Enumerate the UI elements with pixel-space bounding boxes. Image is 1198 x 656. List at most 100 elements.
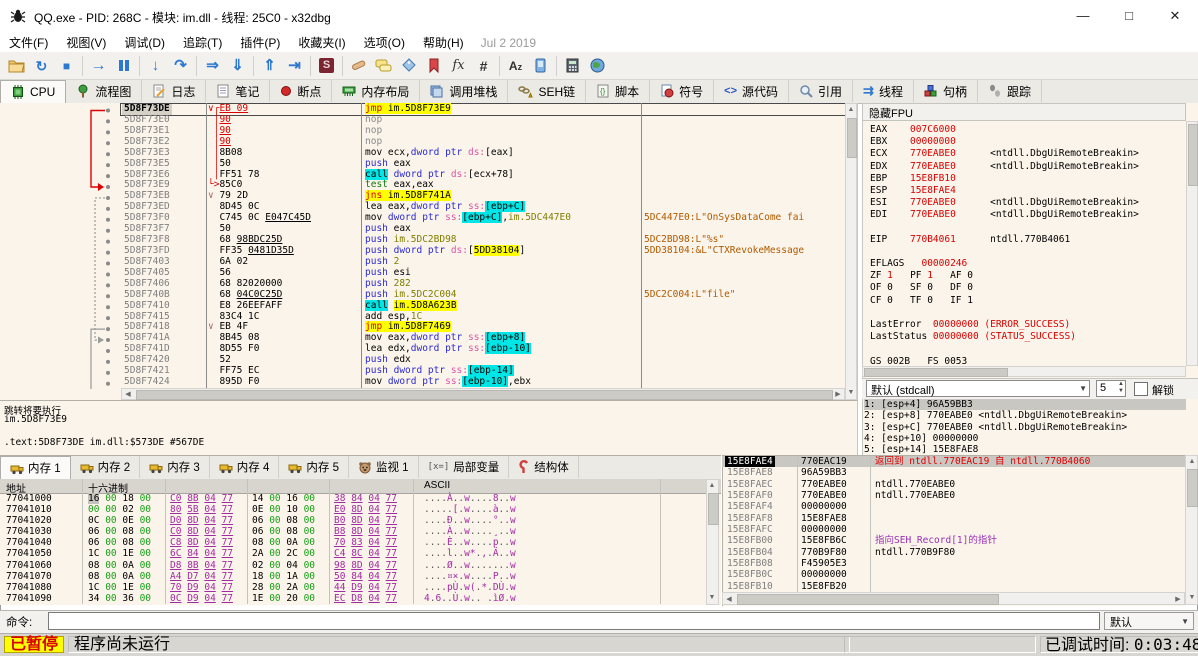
dump-byte[interactable]: 06 xyxy=(88,526,99,537)
patches-button[interactable] xyxy=(346,54,371,78)
dump-byte[interactable]: 44 xyxy=(334,582,345,593)
tab-handles[interactable]: 句柄 xyxy=(914,80,978,102)
dump-byte[interactable]: D7 xyxy=(187,571,198,582)
dump-byte[interactable]: 00 xyxy=(105,571,116,582)
dump-byte[interactable]: 00 xyxy=(105,537,116,548)
dump-byte[interactable]: 00 xyxy=(269,504,280,515)
dump-byte[interactable]: 6C xyxy=(170,548,181,559)
dump-byte[interactable]: 00 xyxy=(269,582,280,593)
dump-byte[interactable]: 16 xyxy=(88,493,99,504)
disasm-address[interactable]: 5D8F7410 xyxy=(124,301,170,312)
dump-row[interactable]: 7704104006 00 08 00C8 8D 04 7708 00 0A 0… xyxy=(0,537,705,548)
dump-byte[interactable]: 04 xyxy=(286,560,297,571)
attach-button[interactable]: ⇥ xyxy=(282,54,307,78)
register-row[interactable]: LastStatus 00000000 (STATUS_SUCCESS) xyxy=(870,331,1186,343)
dump-byte[interactable]: 1E xyxy=(122,548,133,559)
dump-byte[interactable]: 0C xyxy=(88,515,99,526)
registers-vscrollbar[interactable] xyxy=(1186,121,1198,366)
globe-button[interactable] xyxy=(585,54,610,78)
dump-byte[interactable]: 77 xyxy=(222,548,233,559)
disasm-address[interactable]: 5D8F740B xyxy=(124,290,170,301)
stack-row[interactable]: 15E8FAE896A59BB3 xyxy=(722,467,1185,478)
disasm-address[interactable]: 5D8F7424 xyxy=(124,377,170,388)
labels-button[interactable] xyxy=(396,54,421,78)
dump-row[interactable]: 7704107008 00 0A 00A4 D7 04 7718 00 1A 0… xyxy=(0,571,705,582)
dump-byte[interactable]: 00 xyxy=(304,526,315,537)
dump-byte[interactable]: 00 xyxy=(304,504,315,515)
dump-byte[interactable]: 00 xyxy=(140,537,151,548)
dump-byte[interactable]: 77 xyxy=(386,493,397,504)
dump-byte[interactable]: 0C xyxy=(170,593,181,604)
dump-byte[interactable]: 1A xyxy=(286,571,297,582)
register-row[interactable]: EDI 770EABE0 <ntdll.DbgUiRemoteBreakin> xyxy=(870,209,1186,221)
dump-byte[interactable]: 8D xyxy=(187,537,198,548)
command-profile-select[interactable]: 默认 ▼ xyxy=(1104,612,1194,630)
dump-byte[interactable]: 2A xyxy=(252,548,263,559)
dump-byte[interactable]: 00 xyxy=(140,515,151,526)
pause-button[interactable] xyxy=(111,54,136,78)
scroll-right-icon[interactable]: ▶ xyxy=(833,390,843,400)
functions-button[interactable]: fx xyxy=(446,54,471,78)
tab-symbols[interactable]: 符号 xyxy=(650,80,714,102)
dump-byte[interactable]: 00 xyxy=(140,582,151,593)
dump-byte[interactable]: 06 xyxy=(88,537,99,548)
jump-arrow-gutter[interactable] xyxy=(84,104,122,389)
dump-row[interactable]: 7704100016 00 18 00C0 8B 04 7714 00 16 0… xyxy=(0,493,705,504)
dump-byte[interactable]: 08 xyxy=(286,526,297,537)
dump-byte[interactable]: 77 xyxy=(386,515,397,526)
dump-byte[interactable]: 00 xyxy=(140,593,151,604)
disassembly-hscrollbar[interactable]: ◀ ▶ xyxy=(121,388,845,400)
register-row[interactable]: ESI 770EABE0 <ntdll.DbgUiRemoteBreakin> xyxy=(870,197,1186,209)
scroll-thumb[interactable] xyxy=(864,368,1008,377)
dump-row[interactable]: 7704109034 00 36 000C D9 04 771E 00 20 0… xyxy=(0,593,705,604)
dump-byte[interactable]: 77 xyxy=(222,493,233,504)
stack-row[interactable]: 15E8FB1015E8FB20 xyxy=(722,581,1185,592)
dump-byte[interactable]: 77 xyxy=(222,571,233,582)
argument-row[interactable]: 3: [esp+C] 770EABE0 <ntdll.DbgUiRemoteBr… xyxy=(864,422,1186,433)
dump-byte[interactable]: 77 xyxy=(222,537,233,548)
dump-byte[interactable]: 00 xyxy=(140,560,151,571)
dump-byte[interactable]: 00 xyxy=(304,582,315,593)
dump-byte[interactable]: 77 xyxy=(222,560,233,571)
dump-byte[interactable]: 8B xyxy=(187,493,198,504)
dump-byte[interactable]: 02 xyxy=(252,560,263,571)
scroll-down-icon[interactable]: ▼ xyxy=(707,593,717,603)
dump-byte[interactable]: 04 xyxy=(368,593,379,604)
argument-row[interactable]: 5: [esp+14] 15E8FAE8 xyxy=(864,444,1186,455)
dump-row[interactable]: 770410801C 00 1E 0070 D9 04 7728 00 2A 0… xyxy=(0,582,705,593)
dump-byte[interactable]: 08 xyxy=(252,537,263,548)
tab-breakpoint[interactable]: 断点 xyxy=(270,80,332,102)
dump-byte[interactable]: 1C xyxy=(88,548,99,559)
menu-item[interactable]: 插件(P) xyxy=(231,32,289,53)
stack-row[interactable]: 15E8FAF400000000 xyxy=(722,501,1185,512)
registers-hscrollbar[interactable] xyxy=(862,366,1186,377)
dump-byte[interactable]: 04 xyxy=(204,571,215,582)
dump-byte[interactable]: 1E xyxy=(122,582,133,593)
dump-byte[interactable]: 08 xyxy=(88,560,99,571)
stack-hscrollbar[interactable]: ◀ ▶ xyxy=(722,592,1185,605)
dump-byte[interactable]: 08 xyxy=(88,571,99,582)
menu-item[interactable]: 文件(F) xyxy=(0,32,57,53)
dump-byte[interactable]: 8B xyxy=(187,560,198,571)
register-row[interactable]: EBX 00000000 xyxy=(870,136,1186,148)
dump-byte[interactable]: D9 xyxy=(351,582,362,593)
dump-byte[interactable]: 06 xyxy=(252,515,263,526)
dump-byte[interactable]: 8D xyxy=(351,504,362,515)
dump-byte[interactable]: C4 xyxy=(334,548,345,559)
dump-byte[interactable]: 14 xyxy=(252,493,263,504)
register-row[interactable]: OF 0 SF 0 DF 0 xyxy=(870,282,1186,294)
step-into-button[interactable]: ↓ xyxy=(143,54,168,78)
dump-byte[interactable]: 77 xyxy=(222,593,233,604)
stack-row[interactable]: 15E8FB04770B9F80ntdll.770B9F80 xyxy=(722,547,1185,558)
dump-byte[interactable]: 04 xyxy=(368,537,379,548)
dump-byte[interactable]: 77 xyxy=(222,515,233,526)
step-over-button[interactable]: ↷ xyxy=(168,54,193,78)
dump-byte[interactable]: 10 xyxy=(286,504,297,515)
dump-byte[interactable]: 00 xyxy=(269,548,280,559)
register-row[interactable]: EBP 15E8FB10 xyxy=(870,173,1186,185)
dump-row[interactable]: 7704103006 00 08 00C0 8D 04 7706 00 08 0… xyxy=(0,526,705,537)
dump-byte[interactable]: 00 xyxy=(140,504,151,515)
register-row[interactable]: CF 0 TF 0 IF 1 xyxy=(870,295,1186,307)
stack-row[interactable]: 15E8FB0C00000000 xyxy=(722,569,1185,580)
register-row[interactable]: ZF 1 PF 1 AF 0 xyxy=(870,270,1186,282)
